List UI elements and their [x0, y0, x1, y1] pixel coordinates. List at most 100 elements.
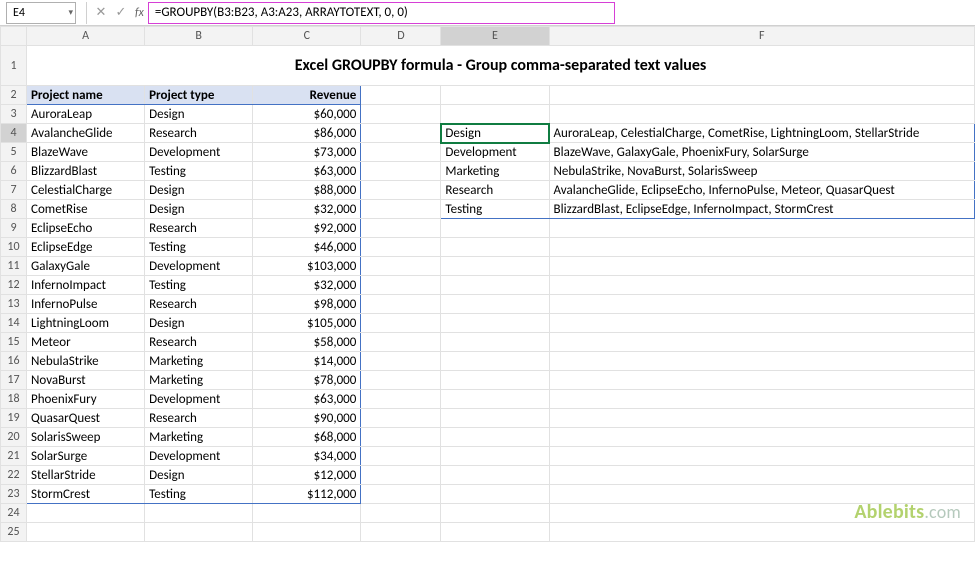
cell-D23[interactable] [361, 485, 441, 504]
cell-F9[interactable] [549, 219, 974, 238]
cell-A12[interactable]: InfernoImpact [27, 276, 145, 295]
cell-D18[interactable] [361, 390, 441, 409]
cell-C16[interactable]: $14,000 [253, 352, 361, 371]
cell-F16[interactable] [549, 352, 974, 371]
cell-F5[interactable]: BlazeWave, GalaxyGale, PhoenixFury, Sola… [549, 143, 974, 162]
cell-B7[interactable]: Design [145, 181, 253, 200]
row-header-9[interactable]: 9 [1, 219, 27, 238]
cell-E14[interactable] [441, 314, 549, 333]
cell-E5[interactable]: Development [441, 143, 549, 162]
cell-A2[interactable]: Project name [27, 86, 145, 105]
cell-B24[interactable] [145, 504, 253, 523]
cell-A13[interactable]: InfernoPulse [27, 295, 145, 314]
cell-A4[interactable]: AvalancheGlide [27, 124, 145, 143]
cell-F17[interactable] [549, 371, 974, 390]
cell-B2[interactable]: Project type [145, 86, 253, 105]
cell-A25[interactable] [27, 523, 145, 542]
cell-D9[interactable] [361, 219, 441, 238]
cell-D5[interactable] [361, 143, 441, 162]
cell-A5[interactable]: BlazeWave [27, 143, 145, 162]
cell-C3[interactable]: $60,000 [253, 105, 361, 124]
cell-E9[interactable] [441, 219, 549, 238]
cell-E20[interactable] [441, 428, 549, 447]
cell-C12[interactable]: $32,000 [253, 276, 361, 295]
fx-icon[interactable]: fx [131, 6, 148, 20]
row-header-19[interactable]: 19 [1, 409, 27, 428]
cell-E18[interactable] [441, 390, 549, 409]
col-header-C[interactable]: C [253, 27, 361, 46]
cell-E17[interactable] [441, 371, 549, 390]
cell-B22[interactable]: Design [145, 466, 253, 485]
cell-D19[interactable] [361, 409, 441, 428]
row-header-15[interactable]: 15 [1, 333, 27, 352]
cell-B16[interactable]: Marketing [145, 352, 253, 371]
cell-C2[interactable]: Revenue [253, 86, 361, 105]
cell-B21[interactable]: Development [145, 447, 253, 466]
cell-B17[interactable]: Marketing [145, 371, 253, 390]
cell-E7[interactable]: Research [441, 181, 549, 200]
cell-F22[interactable] [549, 466, 974, 485]
cell-B25[interactable] [145, 523, 253, 542]
cell-A14[interactable]: LightningLoom [27, 314, 145, 333]
col-header-B[interactable]: B [145, 27, 253, 46]
row-header-10[interactable]: 10 [1, 238, 27, 257]
cell-E4[interactable]: Design [441, 124, 549, 143]
cell-D25[interactable] [361, 523, 441, 542]
col-header-E[interactable]: E [441, 27, 549, 46]
cell-A15[interactable]: Meteor [27, 333, 145, 352]
cell-F12[interactable] [549, 276, 974, 295]
cell-F6[interactable]: NebulaStrike, NovaBurst, SolarisSweep [549, 162, 974, 181]
cell-D24[interactable] [361, 504, 441, 523]
cell-F8[interactable]: BlizzardBlast, EclipseEdge, InfernoImpac… [549, 200, 974, 219]
row-header-14[interactable]: 14 [1, 314, 27, 333]
cell-F21[interactable] [549, 447, 974, 466]
spreadsheet-grid[interactable]: A B C D E F 1Excel GROUPBY formula - Gro… [0, 26, 975, 542]
cell-C25[interactable] [253, 523, 361, 542]
cell-E16[interactable] [441, 352, 549, 371]
row-header-21[interactable]: 21 [1, 447, 27, 466]
row-header-20[interactable]: 20 [1, 428, 27, 447]
cell-F11[interactable] [549, 257, 974, 276]
cell-F4[interactable]: AuroraLeap, CelestialCharge, CometRise, … [549, 124, 974, 143]
cell-D17[interactable] [361, 371, 441, 390]
cell-F15[interactable] [549, 333, 974, 352]
cell-B12[interactable]: Testing [145, 276, 253, 295]
cell-B14[interactable]: Design [145, 314, 253, 333]
cell-F19[interactable] [549, 409, 974, 428]
cell-F7[interactable]: AvalancheGlide, EclipseEcho, InfernoPuls… [549, 181, 974, 200]
cell-A11[interactable]: GalaxyGale [27, 257, 145, 276]
cell-D10[interactable] [361, 238, 441, 257]
cell-E13[interactable] [441, 295, 549, 314]
cell-D2[interactable] [361, 86, 441, 105]
cell-B23[interactable]: Testing [145, 485, 253, 504]
cell-F2[interactable] [549, 86, 974, 105]
cell-A16[interactable]: NebulaStrike [27, 352, 145, 371]
cell-B9[interactable]: Research [145, 219, 253, 238]
cell-C23[interactable]: $112,000 [253, 485, 361, 504]
cell-A20[interactable]: SolarisSweep [27, 428, 145, 447]
row-header-4[interactable]: 4 [1, 124, 27, 143]
cell-C8[interactable]: $32,000 [253, 200, 361, 219]
cell-B19[interactable]: Research [145, 409, 253, 428]
cell-F20[interactable] [549, 428, 974, 447]
col-header-F[interactable]: F [549, 27, 974, 46]
cell-B18[interactable]: Development [145, 390, 253, 409]
cell-F3[interactable] [549, 105, 974, 124]
cell-C7[interactable]: $88,000 [253, 181, 361, 200]
cell-B4[interactable]: Research [145, 124, 253, 143]
cell-B5[interactable]: Development [145, 143, 253, 162]
row-header-8[interactable]: 8 [1, 200, 27, 219]
cell-F25[interactable] [549, 523, 974, 542]
cell-D21[interactable] [361, 447, 441, 466]
cell-D3[interactable] [361, 105, 441, 124]
cell-C20[interactable]: $68,000 [253, 428, 361, 447]
row-header-7[interactable]: 7 [1, 181, 27, 200]
col-header-A[interactable]: A [27, 27, 145, 46]
cell-E2[interactable] [441, 86, 549, 105]
cell-C6[interactable]: $63,000 [253, 162, 361, 181]
enter-icon[interactable]: ✓ [111, 2, 131, 24]
cell-E8[interactable]: Testing [441, 200, 549, 219]
cell-B6[interactable]: Testing [145, 162, 253, 181]
cell-D13[interactable] [361, 295, 441, 314]
cell-D6[interactable] [361, 162, 441, 181]
